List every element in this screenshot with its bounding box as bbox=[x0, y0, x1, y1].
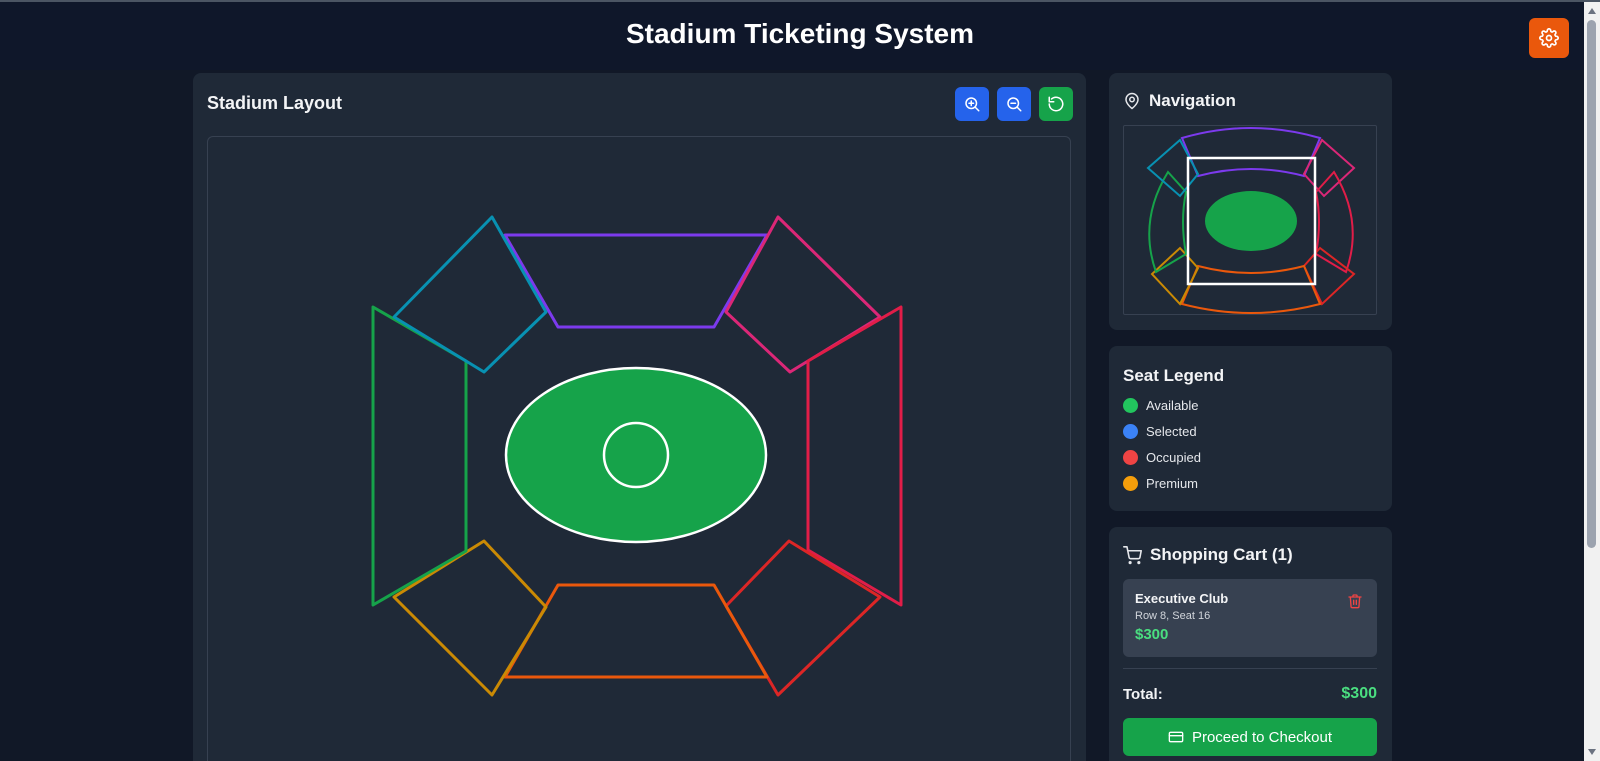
legend-label: Available bbox=[1146, 398, 1199, 413]
zoom-in-button[interactable] bbox=[955, 87, 989, 121]
scroll-up-icon[interactable] bbox=[1588, 8, 1596, 14]
stadium-layout-panel: Stadium Layout bbox=[193, 73, 1086, 761]
minimap[interactable] bbox=[1123, 125, 1377, 315]
cart-icon bbox=[1123, 545, 1142, 564]
playing-field bbox=[504, 366, 768, 544]
legend-label: Premium bbox=[1146, 476, 1199, 491]
premium-dot-icon bbox=[1123, 476, 1138, 491]
reset-view-button[interactable] bbox=[1039, 87, 1073, 121]
gear-icon bbox=[1539, 28, 1559, 48]
minimap-section-south bbox=[1180, 264, 1322, 314]
minimap-section-west bbox=[1148, 170, 1188, 274]
navigation-title: Navigation bbox=[1149, 91, 1236, 110]
navigation-header: Navigation bbox=[1123, 91, 1236, 111]
section-north-west[interactable] bbox=[392, 215, 548, 374]
cart-item: Executive Club Row 8, Seat 16 $300 bbox=[1123, 579, 1377, 657]
seat-legend-title: Seat Legend bbox=[1123, 366, 1225, 385]
legend-label: Selected bbox=[1146, 424, 1197, 439]
cart-divider bbox=[1123, 668, 1377, 669]
page-scrollbar[interactable] bbox=[1584, 2, 1600, 761]
minimap-section-south-west bbox=[1150, 246, 1200, 306]
legend-item-premium: Premium bbox=[1123, 476, 1198, 491]
cart-item-seat: Row 8, Seat 16 bbox=[1135, 610, 1211, 622]
trash-icon[interactable] bbox=[1347, 593, 1363, 609]
shopping-cart-title: Shopping Cart (1) bbox=[1150, 545, 1293, 564]
stadium-canvas[interactable] bbox=[207, 136, 1071, 761]
selected-dot-icon bbox=[1123, 424, 1138, 439]
map-pin-icon bbox=[1125, 92, 1139, 110]
navigation-panel: Navigation bbox=[1109, 73, 1392, 330]
minimap-field bbox=[1205, 191, 1297, 251]
minimap-section-south-east bbox=[1302, 246, 1356, 306]
zoom-out-icon bbox=[1007, 97, 1022, 112]
reset-icon bbox=[1048, 96, 1064, 112]
checkout-button[interactable]: Proceed to Checkout bbox=[1123, 718, 1377, 756]
shopping-cart-panel: Shopping Cart (1) Executive Club Row 8, … bbox=[1109, 527, 1392, 761]
checkout-label: Proceed to Checkout bbox=[1191, 728, 1333, 746]
section-south-east[interactable] bbox=[724, 539, 882, 697]
cart-total-label: Total: bbox=[1123, 686, 1163, 703]
legend-label: Occupied bbox=[1146, 450, 1201, 465]
minimap-section-north bbox=[1180, 127, 1322, 178]
app-title: Stadium Ticketing System bbox=[625, 18, 975, 49]
section-north-east[interactable] bbox=[724, 215, 882, 374]
cart-item-name: Executive Club bbox=[1135, 591, 1229, 606]
stadium-layout-title: Stadium Layout bbox=[207, 93, 343, 113]
stadium-map[interactable] bbox=[208, 137, 1072, 761]
cart-item-price: $300 bbox=[1135, 626, 1169, 643]
seat-legend-panel: Seat Legend Available Selected Occupied … bbox=[1109, 346, 1392, 511]
minimap-section-north-west bbox=[1146, 138, 1200, 198]
legend-item-available: Available bbox=[1123, 398, 1199, 413]
section-south-west[interactable] bbox=[392, 539, 548, 697]
minimap-view[interactable] bbox=[1124, 126, 1378, 316]
available-dot-icon bbox=[1123, 398, 1138, 413]
section-south[interactable] bbox=[503, 583, 769, 679]
zoom-out-button[interactable] bbox=[997, 87, 1031, 121]
minimap-section-north-east bbox=[1302, 138, 1356, 198]
scroll-thumb[interactable] bbox=[1587, 20, 1596, 548]
legend-item-selected: Selected bbox=[1123, 424, 1197, 439]
scroll-down-icon[interactable] bbox=[1588, 749, 1596, 755]
cart-total-value: $300 bbox=[1341, 685, 1377, 702]
zoom-in-icon bbox=[965, 97, 980, 112]
shopping-cart-header: Shopping Cart (1) bbox=[1123, 545, 1293, 565]
credit-card-icon bbox=[1168, 731, 1184, 743]
legend-item-occupied: Occupied bbox=[1123, 450, 1201, 465]
occupied-dot-icon bbox=[1123, 450, 1138, 465]
settings-button[interactable] bbox=[1529, 18, 1569, 58]
